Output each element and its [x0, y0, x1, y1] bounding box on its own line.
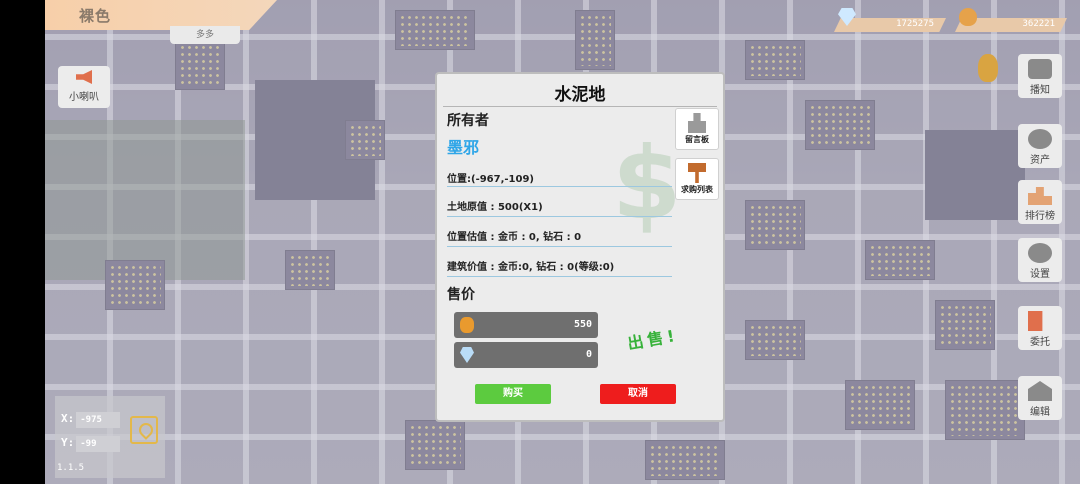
y-input[interactable]: -99 [76, 436, 121, 452]
menu-label: 播知 [1030, 85, 1050, 96]
position-row: 位置:(-967,-109) [447, 174, 534, 185]
chat-icon [1028, 59, 1052, 79]
price-label: 售价 [447, 287, 475, 303]
menu-edit-button[interactable]: 编辑 [1018, 376, 1062, 420]
divider [447, 216, 672, 217]
divider [447, 276, 672, 277]
purchase-list-button[interactable]: 求购列表 [675, 158, 719, 200]
cancel-button[interactable]: 取消 [600, 384, 676, 404]
sub-tab[interactable]: 多多 [170, 26, 240, 44]
version-label: 1.1.5 [57, 463, 85, 473]
x-label: X: [61, 412, 75, 425]
sell-stamp: 出售! [626, 325, 680, 354]
menu-settings-button[interactable]: 设置 [1018, 238, 1062, 282]
horn-label: 小喇叭 [69, 92, 99, 103]
message-board-button[interactable]: 留言板 [675, 108, 719, 150]
diamond-price: 0 [585, 349, 592, 360]
gold-price-field[interactable]: 550 [454, 312, 598, 338]
menu-assets-button[interactable]: 资产 [1018, 124, 1062, 168]
edit-icon [1028, 381, 1052, 401]
locate-icon[interactable] [130, 416, 158, 444]
diamond-count: 1725275 [896, 19, 934, 29]
purchase-list-label: 求购列表 [681, 185, 713, 194]
menu-label: 排行榜 [1025, 211, 1055, 222]
gold-count: 362221 [1022, 19, 1055, 29]
signpost-icon [688, 163, 706, 183]
money-bag-icon[interactable] [978, 54, 998, 82]
menu-label: 设置 [1030, 269, 1050, 280]
dollar-watermark-icon: $ [612, 125, 682, 242]
menu-label: 资产 [1030, 155, 1050, 166]
rank-icon [1028, 187, 1052, 205]
menu-trade-button[interactable]: 委托 [1018, 306, 1062, 350]
building-value-row: 建筑价值 : 金币:0, 钻石 : 0(等级:0) [447, 262, 615, 273]
diamond-price-field[interactable]: 0 [454, 342, 598, 368]
settings-icon [1028, 243, 1052, 263]
gold-coin-icon [460, 317, 474, 333]
player-title: 裸色 [79, 7, 112, 25]
gold-bag-icon [959, 8, 977, 26]
position-value-row: 位置估值 : 金币 : 0, 钻石 : 0 [447, 232, 582, 243]
divider [447, 186, 672, 187]
divider [447, 246, 672, 247]
owner-label: 所有者 [447, 113, 489, 129]
horn-button[interactable]: 小喇叭 [58, 66, 110, 108]
x-input[interactable]: -975 [76, 412, 121, 428]
buy-button[interactable]: 购买 [475, 384, 551, 404]
menu-notice-button[interactable]: 播知 [1018, 54, 1062, 98]
menu-label: 编辑 [1030, 407, 1050, 418]
message-board-label: 留言板 [685, 135, 709, 144]
y-label: Y: [61, 436, 75, 449]
horn-icon [76, 70, 92, 84]
x-coord: X: -975 [61, 412, 121, 428]
dialog-title: 水泥地 [554, 85, 606, 105]
land-info-dialog: 水泥地 $ 所有者 墨邪 位置:(-967,-109) 土地原值 : 500(X… [435, 72, 725, 422]
land-value-row: 土地原值 : 500(X1) [447, 202, 543, 213]
left-black-bar [0, 0, 45, 484]
gold-price: 550 [573, 319, 592, 330]
owner-name[interactable]: 墨邪 [447, 134, 479, 158]
gold-counter: 362221 [955, 8, 1067, 34]
diamond-icon [460, 347, 474, 363]
y-coord: Y: -99 [61, 436, 121, 452]
menu-rank-button[interactable]: 排行榜 [1018, 180, 1062, 224]
title-divider [443, 106, 717, 107]
diamond-counter: 1725275 [834, 8, 946, 34]
menu-label: 委托 [1030, 337, 1050, 348]
trade-icon [1028, 311, 1043, 331]
message-board-icon [688, 113, 706, 133]
gear-icon [1028, 129, 1052, 149]
title-banner: 裸色 [45, 0, 277, 30]
